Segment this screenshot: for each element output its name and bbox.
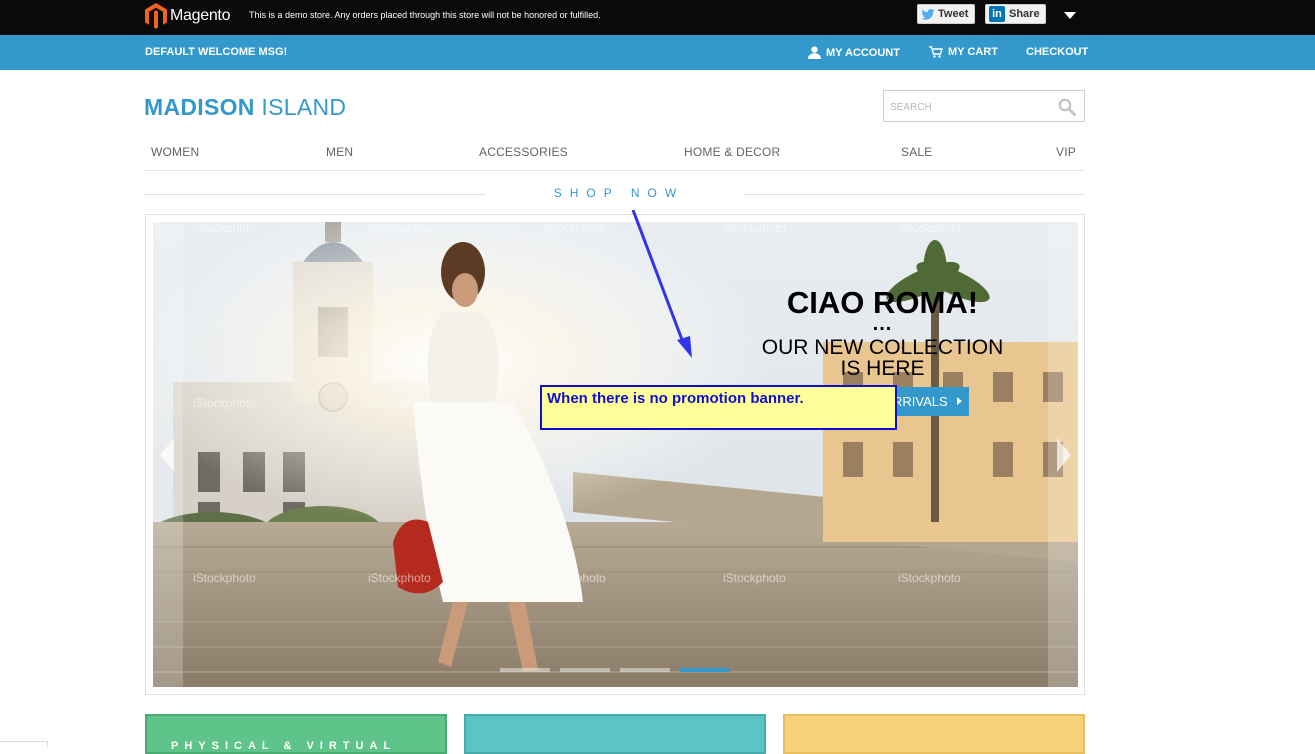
svg-text:iStockphoto: iStockphoto [723,571,786,585]
header-bar: DEFAULT WELCOME MSG! MY ACCOUNT MY CART … [0,35,1315,70]
main-nav: WOMEN MEN ACCESSORIES HOME & DECOR SALE … [144,133,1085,171]
promo-tile-label: PHYSICAL & VIRTUAL [171,740,397,752]
shop-now-heading: SHOP NOW [553,186,685,200]
cart-icon [929,46,943,58]
slide-pager-dot[interactable] [620,668,670,672]
svg-text:iStockphoto: iStockphoto [898,571,961,585]
tweet-label: Tweet [938,8,969,20]
demo-notice-text: This is a demo store. Any orders placed … [249,10,601,20]
linkedin-share-button[interactable]: in Share [985,4,1046,24]
nav-item-men[interactable]: MEN [326,145,353,159]
magento-logo-text: Magento [170,7,231,24]
slide-subtitle-line1: OUR NEW COLLECTION [761,336,1004,359]
chevron-left-icon[interactable] [160,438,174,472]
svg-text:iStockphoto: iStockphoto [723,222,786,235]
slide-subtitle: OUR NEW COLLECTION IS HERE [740,337,1025,379]
my-cart-label: MY CART [948,46,998,58]
annotation-note: When there is no promotion banner. [540,385,897,430]
site-logo-light: ISLAND [254,94,347,120]
promo-tile-3[interactable] [783,714,1085,754]
checkout-label: CHECKOUT [1026,46,1089,58]
tweet-button[interactable]: Tweet [917,4,975,24]
search-icon[interactable] [1058,98,1076,116]
svg-text:iStockphoto: iStockphoto [368,222,431,235]
annotation-text: When there is no promotion banner. [547,390,804,407]
chevron-right-icon[interactable] [1057,438,1071,472]
svg-text:iStockphoto: iStockphoto [193,396,256,410]
svg-text:iStockphoto: iStockphoto [193,571,256,585]
linkedin-icon: in [989,6,1005,22]
twitter-bird-icon [921,8,935,20]
caret-down-icon[interactable] [1064,12,1076,19]
nav-item-sale[interactable]: SALE [901,145,933,159]
magento-logo-icon [145,3,167,29]
slide-pager-dot[interactable] [560,668,610,672]
search-input[interactable] [890,98,1050,116]
site-logo[interactable]: MADISON ISLAND [144,94,346,121]
promo-tile-physical-virtual[interactable]: PHYSICAL & VIRTUAL [145,714,447,754]
user-icon [808,46,821,59]
divider-left [144,194,486,195]
nav-item-home-decor[interactable]: HOME & DECOR [684,145,780,159]
site-logo-bold: MADISON [144,94,255,120]
svg-text:iStockphoto: iStockphoto [193,222,256,235]
demo-notice-bar: Magento This is a demo store. Any orders… [0,0,1315,35]
checkout-link[interactable]: CHECKOUT [1026,46,1088,58]
share-label: Share [1009,8,1040,20]
corner-widget [0,741,48,747]
svg-text:iStockphoto: iStockphoto [898,222,961,235]
my-cart-link[interactable]: MY CART [929,46,998,58]
my-account-link[interactable]: MY ACCOUNT [808,46,900,59]
slide-subtitle-line2: IS HERE [840,357,925,380]
nav-item-vip[interactable]: VIP [1056,145,1076,159]
svg-text:iStockphoto: iStockphoto [543,222,606,235]
svg-text:iStockphoto: iStockphoto [368,571,431,585]
svg-text:iStockphoto: iStockphoto [543,571,606,585]
slide-title-dots: ... [872,313,893,335]
new-arrivals-label: RRIVALS [893,394,948,409]
slide-pager-dot-active[interactable] [680,668,730,672]
my-account-label: MY ACCOUNT [826,46,900,59]
magento-logo[interactable]: Magento [145,3,230,29]
nav-item-accessories[interactable]: ACCESSORIES [479,145,568,159]
nav-item-women[interactable]: WOMEN [151,145,199,159]
promo-tile-2[interactable] [464,714,766,754]
search-box [883,90,1085,122]
welcome-message: DEFAULT WELCOME MSG! [145,46,288,58]
divider-right [744,194,1085,195]
caret-right-icon [957,397,962,405]
slide-pager-dot[interactable] [500,668,550,672]
svg-text:iStockphoto: iStockphoto [368,396,431,410]
